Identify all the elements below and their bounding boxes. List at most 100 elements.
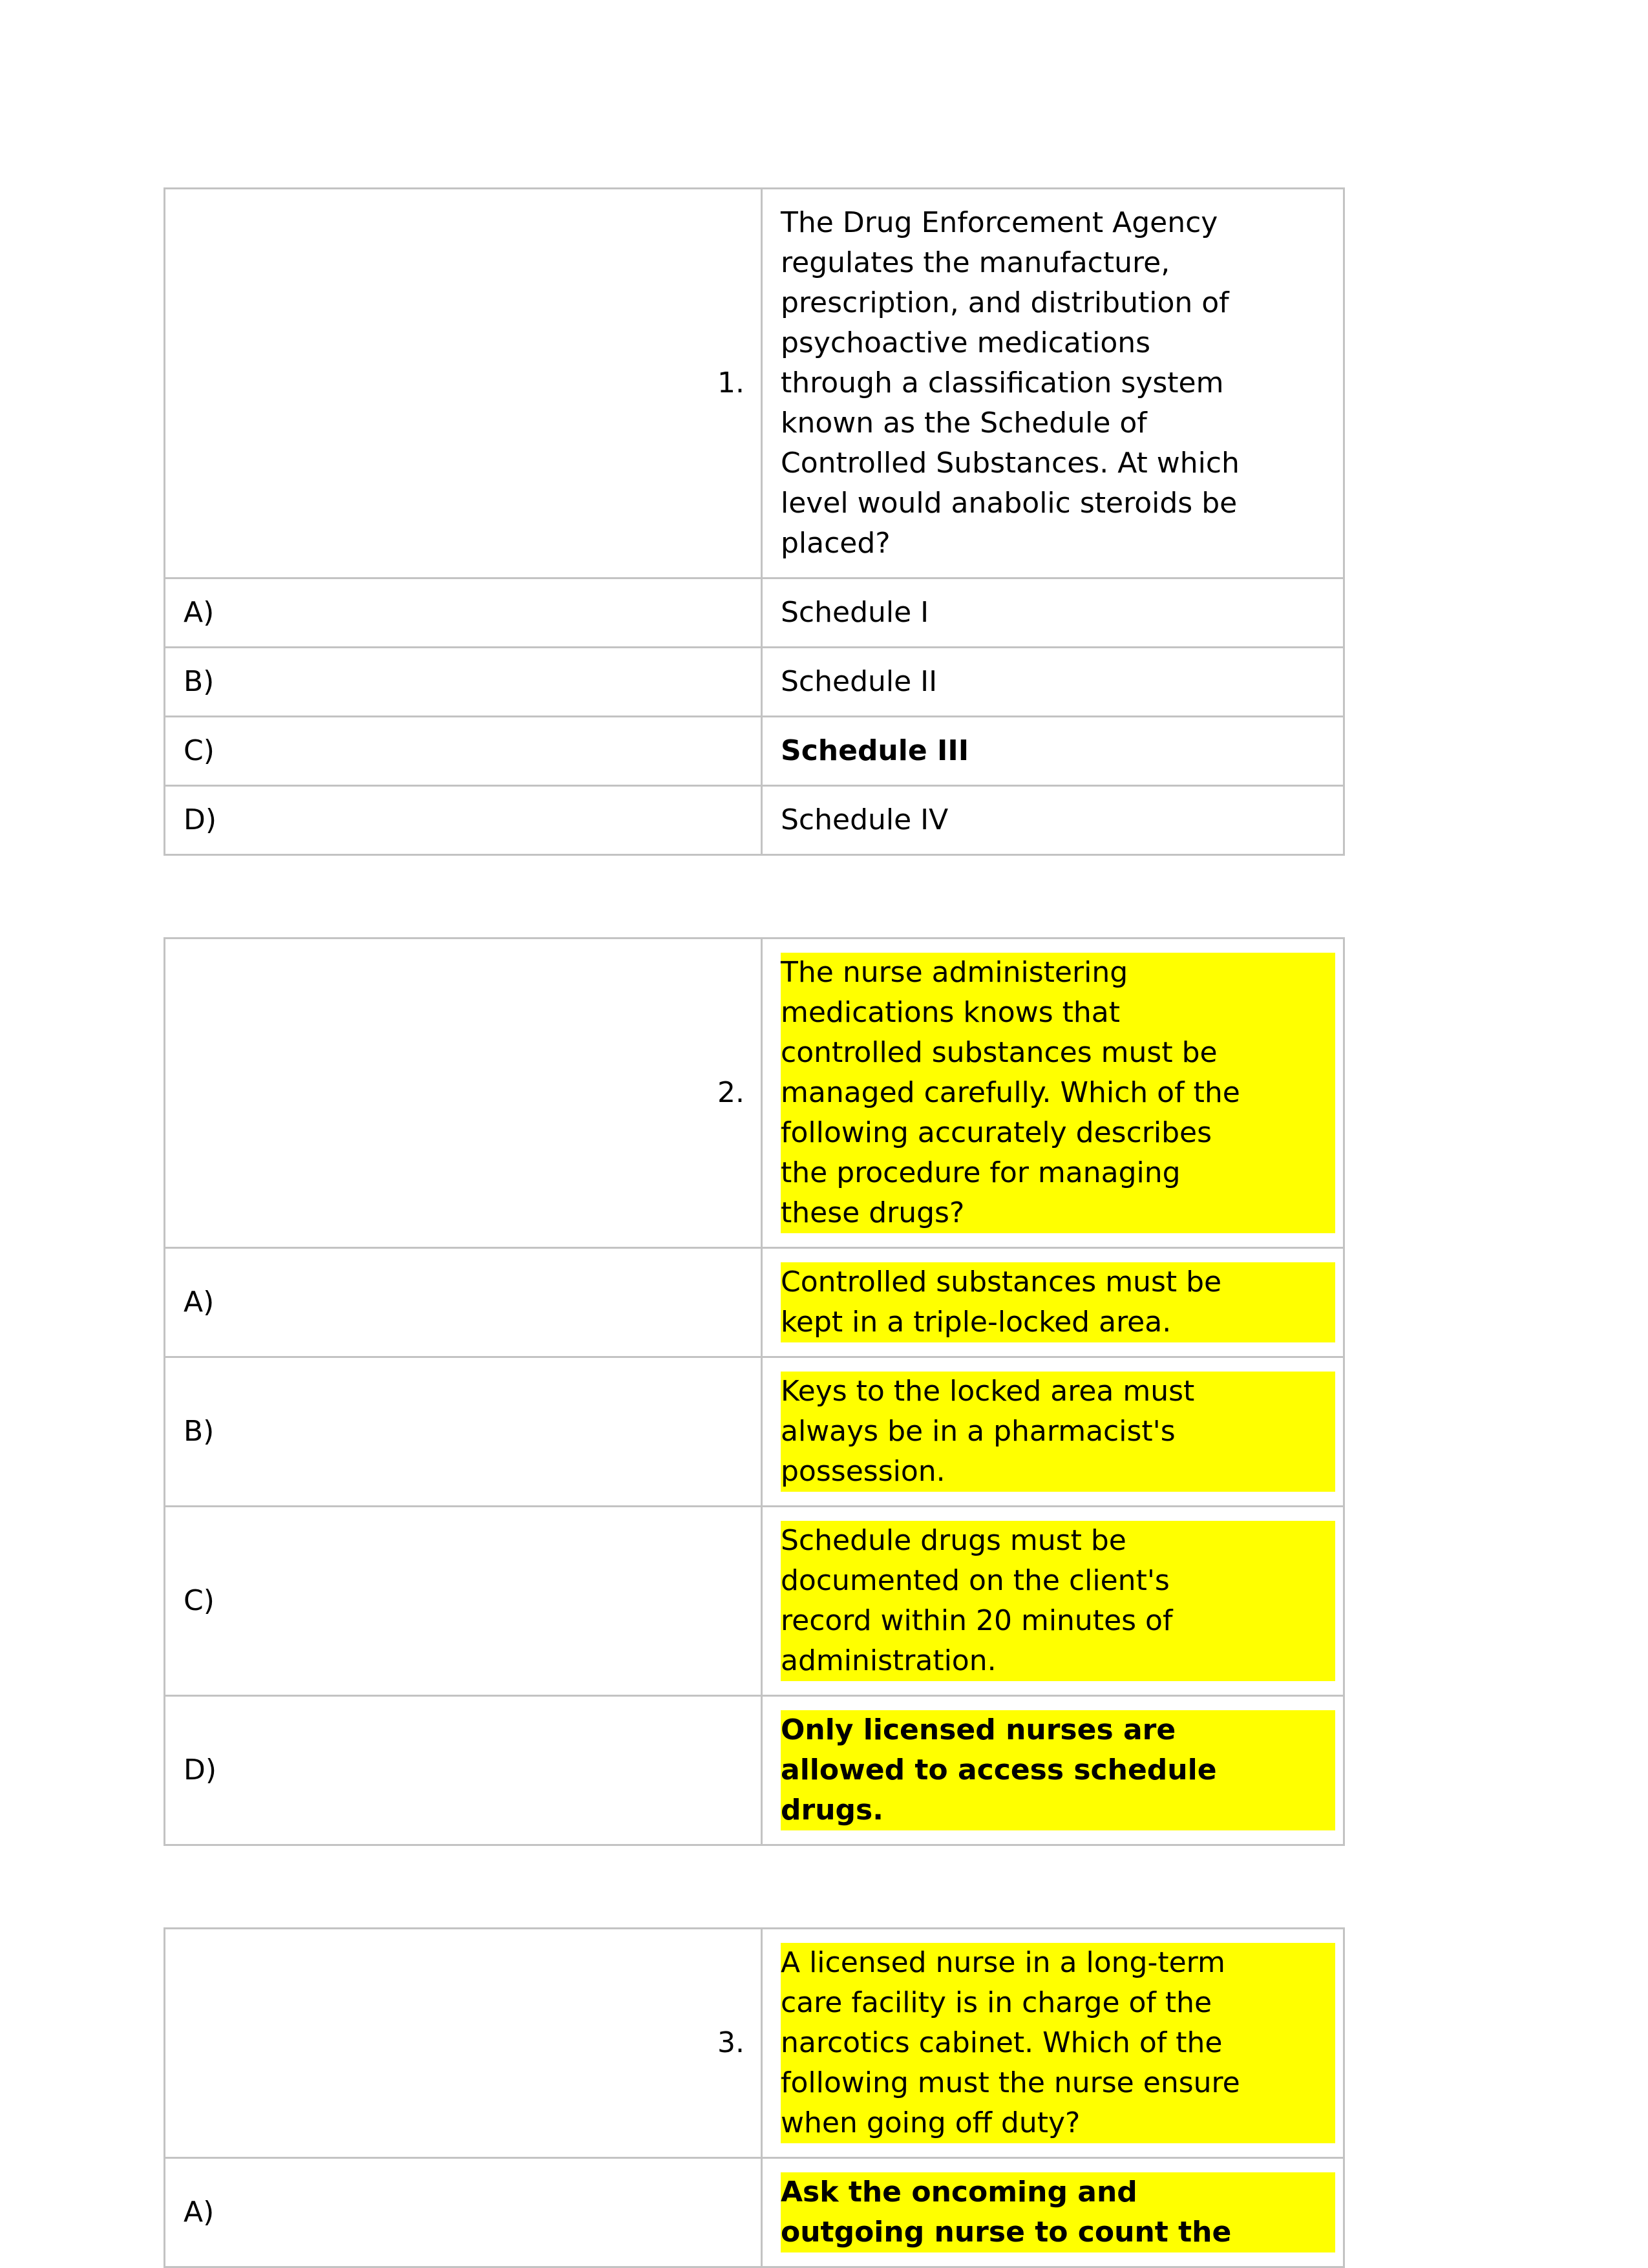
- text-run: The nurse administering: [781, 956, 1128, 989]
- option-letter-cell[interactable]: A): [164, 577, 763, 648]
- option-text-cell[interactable]: Keys to the locked area must always be in…: [761, 1356, 1345, 1507]
- cell-text: The Drug Enforcement Agency regulates the…: [763, 189, 1343, 577]
- question-number: 3.: [717, 2026, 745, 2059]
- text-run: prescription, and distribution of: [781, 286, 1229, 319]
- text-run: following accurately describes: [781, 1116, 1212, 1149]
- text-run: known as the Schedule of: [781, 407, 1147, 440]
- option-text-cell[interactable]: Only licensed nurses are allowed to acces…: [761, 1695, 1345, 1846]
- option-letter-cell[interactable]: B): [164, 646, 763, 717]
- text-run: when going off duty?: [781, 2106, 1081, 2139]
- text-line: Controlled substances must be: [781, 1262, 1335, 1302]
- text-line: Schedule II: [781, 662, 1335, 702]
- text-run: controlled substances must be: [781, 1036, 1218, 1069]
- option-text-cell[interactable]: Ask the oncoming and outgoing nurse to co…: [761, 2157, 1345, 2268]
- cell-text: Schedule drugs must be documented on the …: [763, 1507, 1343, 1695]
- text-line: The nurse administering: [781, 953, 1335, 993]
- answer-option-row[interactable]: D) Only licensed nurses are allowed to acc…: [164, 1695, 1345, 1846]
- text-line: level would anabolic steroids be: [781, 483, 1335, 524]
- question-number: 2.: [717, 1076, 745, 1109]
- text-run: Only licensed nurses are: [781, 1713, 1176, 1746]
- text-run: outgoing nurse to count the: [781, 2216, 1232, 2249]
- text-run: allowed to access schedule: [781, 1754, 1217, 1786]
- text-line: Schedule III: [781, 731, 1335, 771]
- option-text-cell[interactable]: Controlled substances must be kept in a t…: [761, 1247, 1345, 1358]
- question-number-cell: 1.: [164, 187, 763, 579]
- answer-option-row[interactable]: A) Ask the oncoming and outgoing nurse to …: [164, 2157, 1345, 2268]
- option-letter: A): [184, 2196, 215, 2229]
- option-letter: D): [184, 803, 217, 836]
- answer-option-row[interactable]: C) Schedule drugs must be documented on th…: [164, 1505, 1345, 1697]
- text-run: Controlled substances must be: [781, 1266, 1222, 1298]
- text-run: always be in a pharmacist's: [781, 1415, 1176, 1448]
- option-letter: A): [184, 596, 215, 629]
- answer-option-row[interactable]: B) Keys to the locked area must always be …: [164, 1356, 1345, 1507]
- text-run: administration.: [781, 1644, 997, 1677]
- text-line: the procedure for managing: [781, 1153, 1335, 1193]
- text-run: managed carefully. Which of the: [781, 1076, 1240, 1109]
- text-line: narcotics cabinet. Which of the: [781, 2023, 1335, 2063]
- text-run: level would anabolic steroids be: [781, 487, 1238, 520]
- text-run: through a classification system: [781, 366, 1224, 399]
- option-letter-cell[interactable]: C): [164, 1505, 763, 1697]
- option-text-cell[interactable]: Schedule drugs must be documented on the …: [761, 1505, 1345, 1697]
- text-line: always be in a pharmacist's: [781, 1412, 1335, 1452]
- option-letter-cell[interactable]: B): [164, 1356, 763, 1507]
- text-run: drugs.: [781, 1794, 883, 1827]
- answer-option-row[interactable]: D) Schedule IV: [164, 785, 1345, 856]
- text-line: regulates the manufacture,: [781, 243, 1335, 283]
- text-line: Schedule drugs must be: [781, 1521, 1335, 1561]
- option-letter: A): [184, 1286, 215, 1319]
- question-table: 1. The Drug Enforcement Agency regulates t…: [164, 187, 1345, 856]
- option-text-cell[interactable]: Schedule III: [761, 715, 1345, 787]
- option-letter-cell[interactable]: A): [164, 1247, 763, 1358]
- text-run: The Drug Enforcement Agency: [781, 206, 1218, 239]
- text-line: these drugs?: [781, 1193, 1335, 1233]
- text-run: medications knows that: [781, 996, 1120, 1029]
- option-letter-cell[interactable]: A): [164, 2157, 763, 2268]
- cell-text: Ask the oncoming and outgoing nurse to co…: [763, 2159, 1343, 2266]
- question-stem-cell: The nurse administering medications knows…: [761, 937, 1345, 1249]
- text-run: narcotics cabinet. Which of the: [781, 2026, 1223, 2059]
- option-letter: B): [184, 665, 215, 698]
- cell-text: Controlled substances must be kept in a t…: [763, 1249, 1343, 1356]
- answer-option-row[interactable]: A) Controlled substances must be kept in a…: [164, 1247, 1345, 1358]
- question-stem-cell: The Drug Enforcement Agency regulates the…: [761, 187, 1345, 579]
- answer-option-row[interactable]: B) Schedule II: [164, 646, 1345, 717]
- text-run: record within 20 minutes of: [781, 1604, 1173, 1637]
- text-line: documented on the client's: [781, 1561, 1335, 1601]
- text-run: care facility is in charge of the: [781, 1986, 1212, 2019]
- cell-text: Schedule I: [763, 579, 1343, 646]
- text-line: managed carefully. Which of the: [781, 1073, 1335, 1113]
- text-run: psychoactive medications: [781, 326, 1151, 359]
- question-number-cell: 2.: [164, 937, 763, 1249]
- option-letter-cell[interactable]: D): [164, 1695, 763, 1846]
- answer-option-row[interactable]: A) Schedule I: [164, 577, 1345, 648]
- text-line: Ask the oncoming and: [781, 2172, 1335, 2212]
- text-line: following accurately describes: [781, 1113, 1335, 1153]
- option-text-cell[interactable]: Schedule IV: [761, 785, 1345, 856]
- text-run: documented on the client's: [781, 1564, 1170, 1597]
- question-stem-row: 2. The nurse administering medications kno…: [164, 937, 1345, 1249]
- text-line: possession.: [781, 1452, 1335, 1492]
- answer-option-row[interactable]: C) Schedule III: [164, 715, 1345, 787]
- text-line: controlled substances must be: [781, 1033, 1335, 1073]
- text-line: Only licensed nurses are: [781, 1710, 1335, 1750]
- option-letter: C): [184, 734, 215, 767]
- question-table: 2. The nurse administering medications kno…: [164, 937, 1345, 1846]
- text-line: known as the Schedule of: [781, 403, 1335, 443]
- text-line: through a classification system: [781, 363, 1335, 403]
- text-line: The Drug Enforcement Agency: [781, 203, 1335, 243]
- option-text-cell[interactable]: Schedule II: [761, 646, 1345, 717]
- text-line: following must the nurse ensure: [781, 2063, 1335, 2103]
- text-run: Controlled Substances. At which: [781, 447, 1240, 480]
- option-letter-cell[interactable]: D): [164, 785, 763, 856]
- text-line: placed?: [781, 524, 1335, 564]
- option-letter-cell[interactable]: C): [164, 715, 763, 787]
- option-letter: B): [184, 1415, 215, 1448]
- text-line: Keys to the locked area must: [781, 1372, 1335, 1412]
- text-line: outgoing nurse to count the: [781, 2212, 1335, 2252]
- option-text-cell[interactable]: Schedule I: [761, 577, 1345, 648]
- text-line: when going off duty?: [781, 2103, 1335, 2143]
- question-stem-row: 3. A licensed nurse in a long-term care fa…: [164, 1927, 1345, 2159]
- text-line: drugs.: [781, 1790, 1335, 1830]
